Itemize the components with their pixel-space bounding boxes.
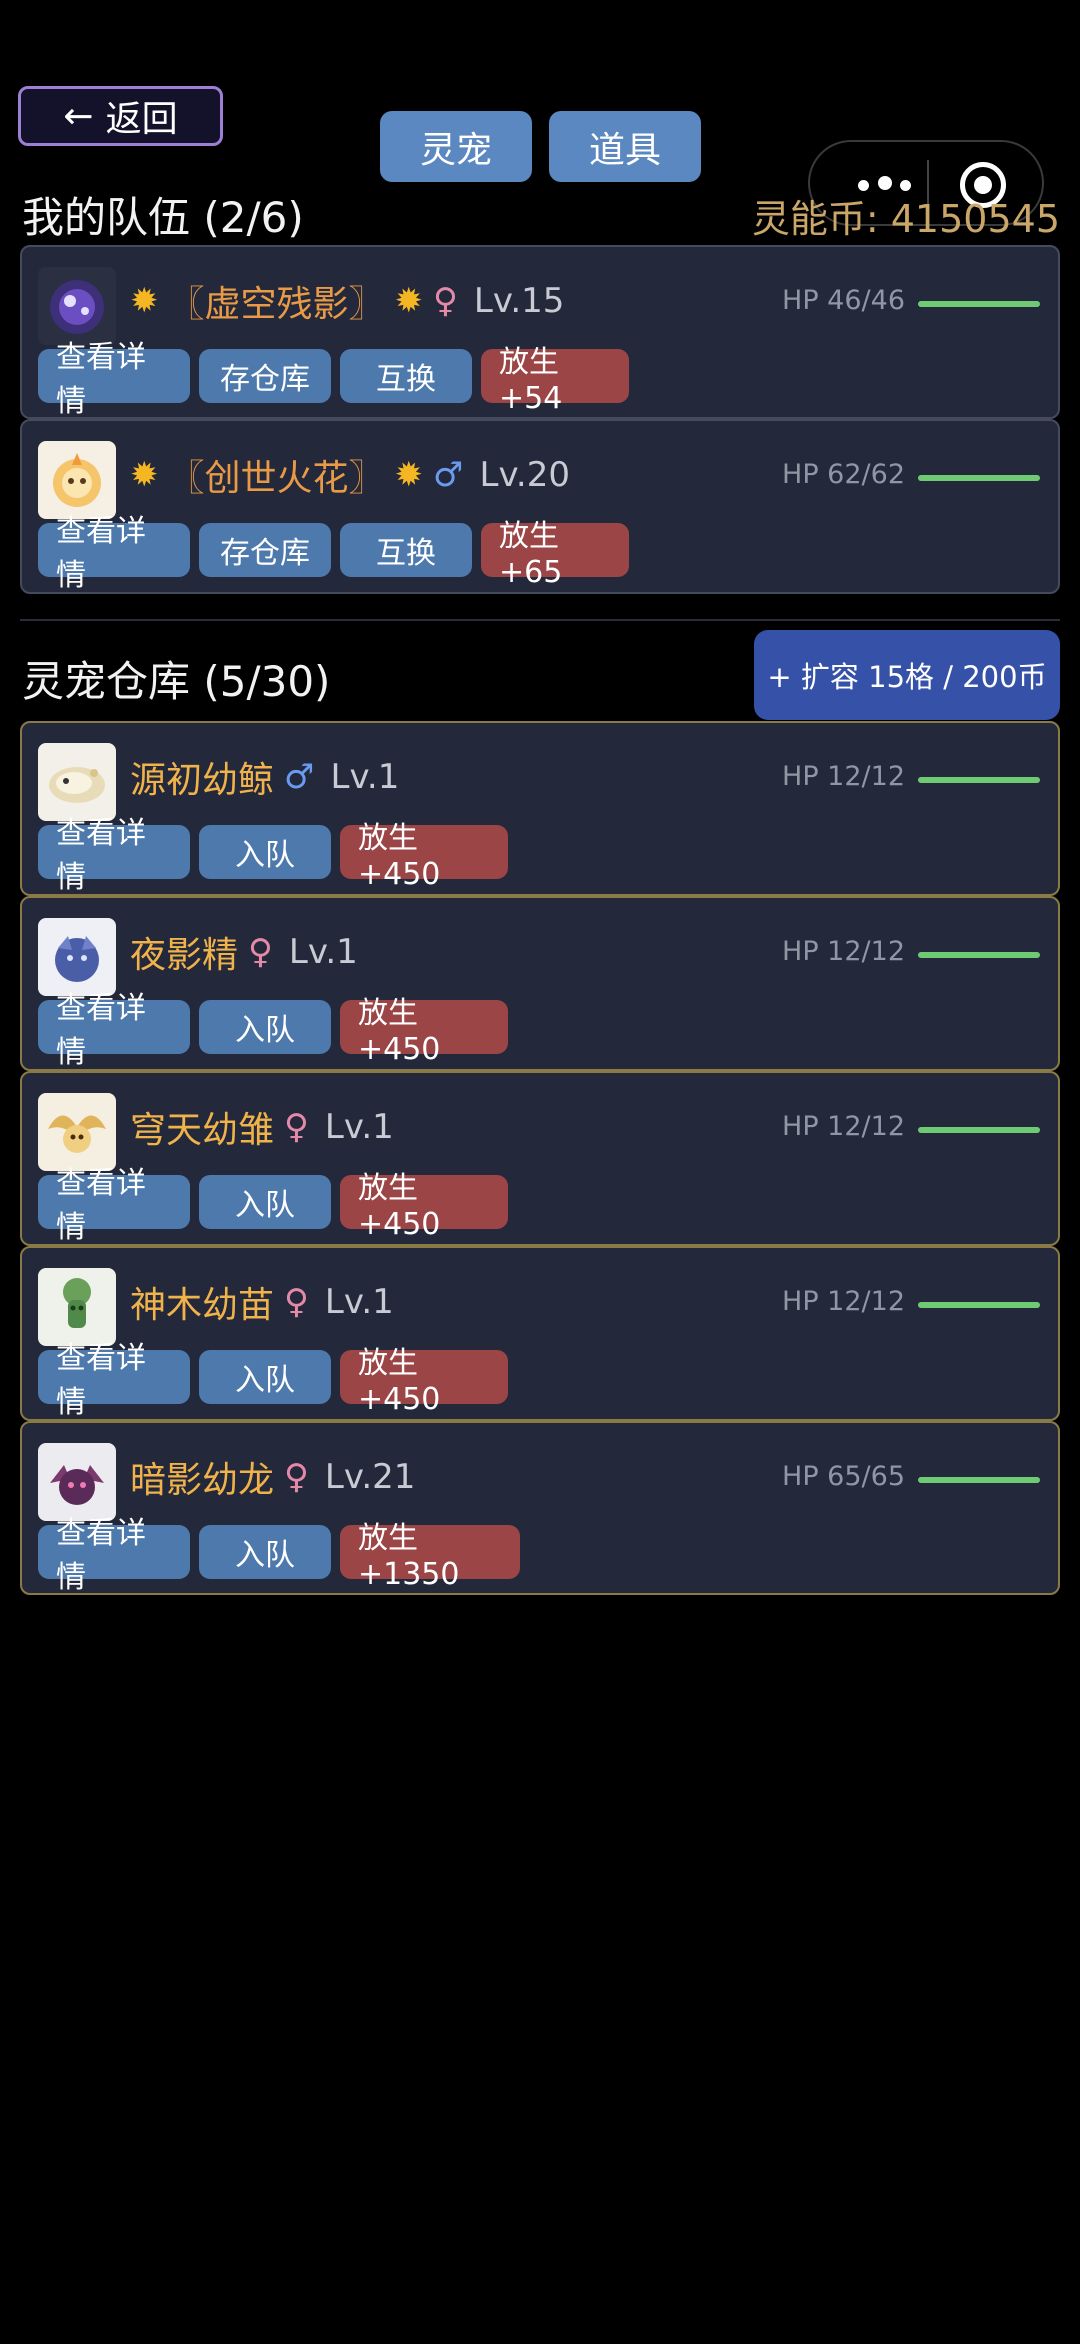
sun-icon: ✹ — [394, 455, 424, 495]
hp-text: HP 65/65 — [782, 1461, 905, 1492]
hp-text: HP 12/12 — [782, 936, 905, 967]
coin-balance: 灵能币: 4150545 — [751, 197, 1060, 241]
hp-bar — [918, 1127, 1040, 1133]
expand-storage-button[interactable]: + 扩容 15格 / 200币 — [754, 630, 1060, 720]
female-icon: ♀ — [433, 281, 458, 321]
view-details-button[interactable]: 查看详情 — [38, 1341, 190, 1420]
release-button[interactable]: 放生+1350 — [340, 1521, 520, 1592]
join-team-button[interactable]: 入队 — [199, 1000, 331, 1054]
release-button[interactable]: 放生+450 — [340, 821, 508, 892]
release-button[interactable]: 放生+54 — [481, 345, 629, 416]
back-button[interactable]: ← 返回 — [18, 86, 223, 146]
release-button[interactable]: 放生+65 — [481, 519, 629, 590]
view-details-button[interactable]: 查看详情 — [38, 991, 190, 1070]
release-button[interactable]: 放生+450 — [340, 1346, 508, 1417]
hp-bar — [918, 777, 1040, 783]
hp-text: HP 12/12 — [782, 1111, 905, 1142]
female-icon: ♀ — [248, 932, 273, 972]
join-team-button[interactable]: 入队 — [199, 1525, 331, 1579]
pet-name: 〖创世火花〗 — [168, 458, 385, 499]
hp-bar — [918, 1302, 1040, 1308]
storage-pet-card[interactable]: 神木幼苗 ♀ Lv.1 HP 12/12 查看详情 入队 放生+450 — [20, 1246, 1060, 1421]
release-button[interactable]: 放生+450 — [340, 996, 508, 1067]
view-details-button[interactable]: 查看详情 — [38, 1166, 190, 1245]
store-button[interactable]: 存仓库 — [199, 349, 331, 403]
female-icon: ♀ — [284, 1457, 309, 1497]
team-pet-card[interactable]: ✹ 〖创世火花〗 ✹ ♂ Lv.20 HP 62/62 查看详情 存仓库 互换 … — [20, 419, 1060, 594]
pet-level: Lv.1 — [324, 1282, 394, 1322]
pet-level: Lv.15 — [473, 281, 565, 321]
storage-pet-card[interactable]: 夜影精 ♀ Lv.1 HP 12/12 查看详情 入队 放生+450 — [20, 896, 1060, 1071]
tab-pets[interactable]: 灵宠 — [380, 111, 532, 182]
hp-bar — [918, 301, 1040, 307]
pet-name: 源初幼鲸 — [130, 760, 275, 801]
pet-level: Lv.1 — [324, 1107, 394, 1147]
hp-text: HP 12/12 — [782, 1286, 905, 1317]
team-pet-card[interactable]: ✹ 〖虚空残影〗 ✹ ♀ Lv.15 HP 46/46 查看详情 存仓库 互换 … — [20, 245, 1060, 419]
join-team-button[interactable]: 入队 — [199, 1350, 331, 1404]
pet-level: Lv.20 — [479, 455, 571, 495]
storage-section-title: 灵宠仓库 (5/30) — [22, 657, 331, 706]
view-details-button[interactable]: 查看详情 — [38, 1516, 190, 1595]
team-section-title: 我的队伍 (2/6) — [22, 193, 304, 242]
pet-level: Lv.1 — [330, 757, 400, 797]
join-team-button[interactable]: 入队 — [199, 825, 331, 879]
join-team-button[interactable]: 入队 — [199, 1175, 331, 1229]
female-icon: ♀ — [284, 1107, 309, 1147]
release-button[interactable]: 放生+450 — [340, 1171, 508, 1242]
hp-text: HP 12/12 — [782, 761, 905, 792]
pet-name: 神木幼苗 — [130, 1285, 275, 1326]
view-details-button[interactable]: 查看详情 — [38, 816, 190, 895]
store-button[interactable]: 存仓库 — [199, 523, 331, 577]
pet-level: Lv.1 — [288, 932, 358, 972]
pet-name: 暗影幼龙 — [130, 1460, 275, 1501]
swap-button[interactable]: 互换 — [340, 349, 472, 403]
pet-name: 〖虚空残影〗 — [168, 284, 385, 325]
view-details-button[interactable]: 查看详情 — [38, 514, 190, 593]
storage-pet-card[interactable]: 源初幼鲸 ♂ Lv.1 HP 12/12 查看详情 入队 放生+450 — [20, 721, 1060, 896]
section-divider — [20, 619, 1060, 621]
hp-bar — [918, 1477, 1040, 1483]
pet-level: Lv.21 — [324, 1457, 416, 1497]
pet-name: 夜影精 — [130, 935, 239, 976]
sun-icon: ✹ — [130, 455, 159, 495]
pet-name: 穹天幼雏 — [130, 1110, 275, 1151]
storage-pet-card[interactable]: 暗影幼龙 ♀ Lv.21 HP 65/65 查看详情 入队 放生+1350 — [20, 1421, 1060, 1595]
hp-text: HP 46/46 — [782, 285, 905, 316]
back-label: 返回 — [105, 99, 178, 140]
sun-icon: ✹ — [394, 281, 424, 321]
male-icon: ♂ — [433, 455, 464, 495]
arrow-left-icon: ← — [63, 95, 94, 137]
hp-bar — [918, 952, 1040, 958]
female-icon: ♀ — [284, 1282, 309, 1322]
view-details-button[interactable]: 查看详情 — [38, 340, 190, 419]
tab-items[interactable]: 道具 — [549, 111, 701, 182]
hp-bar — [918, 475, 1040, 481]
hp-text: HP 62/62 — [782, 459, 905, 490]
swap-button[interactable]: 互换 — [340, 523, 472, 577]
male-icon: ♂ — [284, 757, 315, 797]
sun-icon: ✹ — [130, 281, 159, 321]
storage-pet-card[interactable]: 穹天幼雏 ♀ Lv.1 HP 12/12 查看详情 入队 放生+450 — [20, 1071, 1060, 1246]
